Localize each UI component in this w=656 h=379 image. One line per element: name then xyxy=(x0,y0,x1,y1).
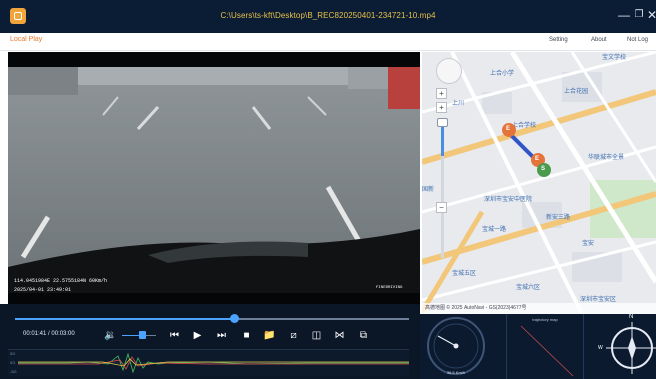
window-title: C:\Users\ts-kft\Desktop\B_REC820250401-2… xyxy=(220,11,436,20)
stop-button[interactable]: ■ xyxy=(240,329,253,342)
gsensor-waveform xyxy=(18,352,409,374)
minimize-button[interactable]: — xyxy=(616,6,632,24)
menu-bar: Local Play Setting About Not Log xyxy=(0,33,656,51)
volume-icon[interactable]: 🔉 xyxy=(104,329,117,342)
compass-west-label: W xyxy=(598,345,603,351)
route-markers xyxy=(502,123,551,177)
title-bar: C:\Users\ts-kft\Desktop\B_REC820250401-2… xyxy=(0,0,656,33)
snapshot-button[interactable]: ⧄ xyxy=(287,329,300,342)
volume-thumb[interactable] xyxy=(139,331,147,339)
open-folder-button[interactable]: 📁 xyxy=(263,329,276,342)
video-frame xyxy=(8,67,420,293)
gauge-bar: 36.5 Km/h trajectory map N W xyxy=(420,314,656,379)
gsensor-graph: 5G 0G -5G xyxy=(8,349,409,376)
play-button[interactable]: ▶ xyxy=(191,329,204,342)
watermark: FINEDRIVING xyxy=(376,286,403,290)
menu-not-log[interactable]: Not Log xyxy=(627,37,648,43)
map-attribution: 高德地图 © 2025 AutoNavi - GS(2023)4677号 xyxy=(422,303,656,314)
swap-view-button[interactable]: ⋈ xyxy=(333,329,346,342)
menu-about[interactable]: About xyxy=(591,37,607,43)
compass-north-label: N xyxy=(629,314,634,320)
tab-local-play[interactable]: Local Play xyxy=(10,36,42,43)
video-player[interactable]: 114.0451984E 22.5755184N 60Km/h 2025/04-… xyxy=(8,52,420,304)
route-end-marker[interactable]: E xyxy=(506,126,510,132)
trajectory-panel: trajectory map xyxy=(506,314,584,379)
route-start-marker[interactable]: S xyxy=(541,166,545,172)
progress-fill xyxy=(15,318,234,320)
gps-overlay: 114.0451984E 22.5755184N 60Km/h xyxy=(14,278,108,284)
compass-icon xyxy=(606,322,656,374)
time-display: 00:01:41 / 00:03:00 xyxy=(23,331,75,337)
trajectory-plot xyxy=(520,325,574,377)
fullscreen-button[interactable]: ◫ xyxy=(310,329,323,342)
previous-button[interactable]: ⏮ xyxy=(168,329,181,342)
menu-setting[interactable]: Setting xyxy=(549,37,568,43)
date-overlay: 2025/04-01 23:49:01 xyxy=(14,287,72,293)
dashcam-player-app: C:\Users\ts-kft\Desktop\B_REC820250401-2… xyxy=(0,0,656,379)
progress-thumb[interactable] xyxy=(229,314,239,323)
next-button[interactable]: ⏭ xyxy=(215,329,228,342)
map-panel[interactable]: + + − 宝文学校 上合小学 上合花园 上川 上合学校 华联城市全景 深圳市宝… xyxy=(422,52,656,314)
camera-switch-button[interactable]: ⧉ xyxy=(357,329,370,342)
route-end-marker[interactable]: E xyxy=(535,156,539,162)
close-button[interactable]: ✕ xyxy=(644,6,656,24)
speed-readout: 36.5 Km/h xyxy=(446,370,466,375)
playback-controls: 00:01:41 / 00:03:00 🔉 ⏮ ▶ ⏭ ■ 📁 ⧄ ◫ ⋈ ⧉ … xyxy=(0,304,420,379)
